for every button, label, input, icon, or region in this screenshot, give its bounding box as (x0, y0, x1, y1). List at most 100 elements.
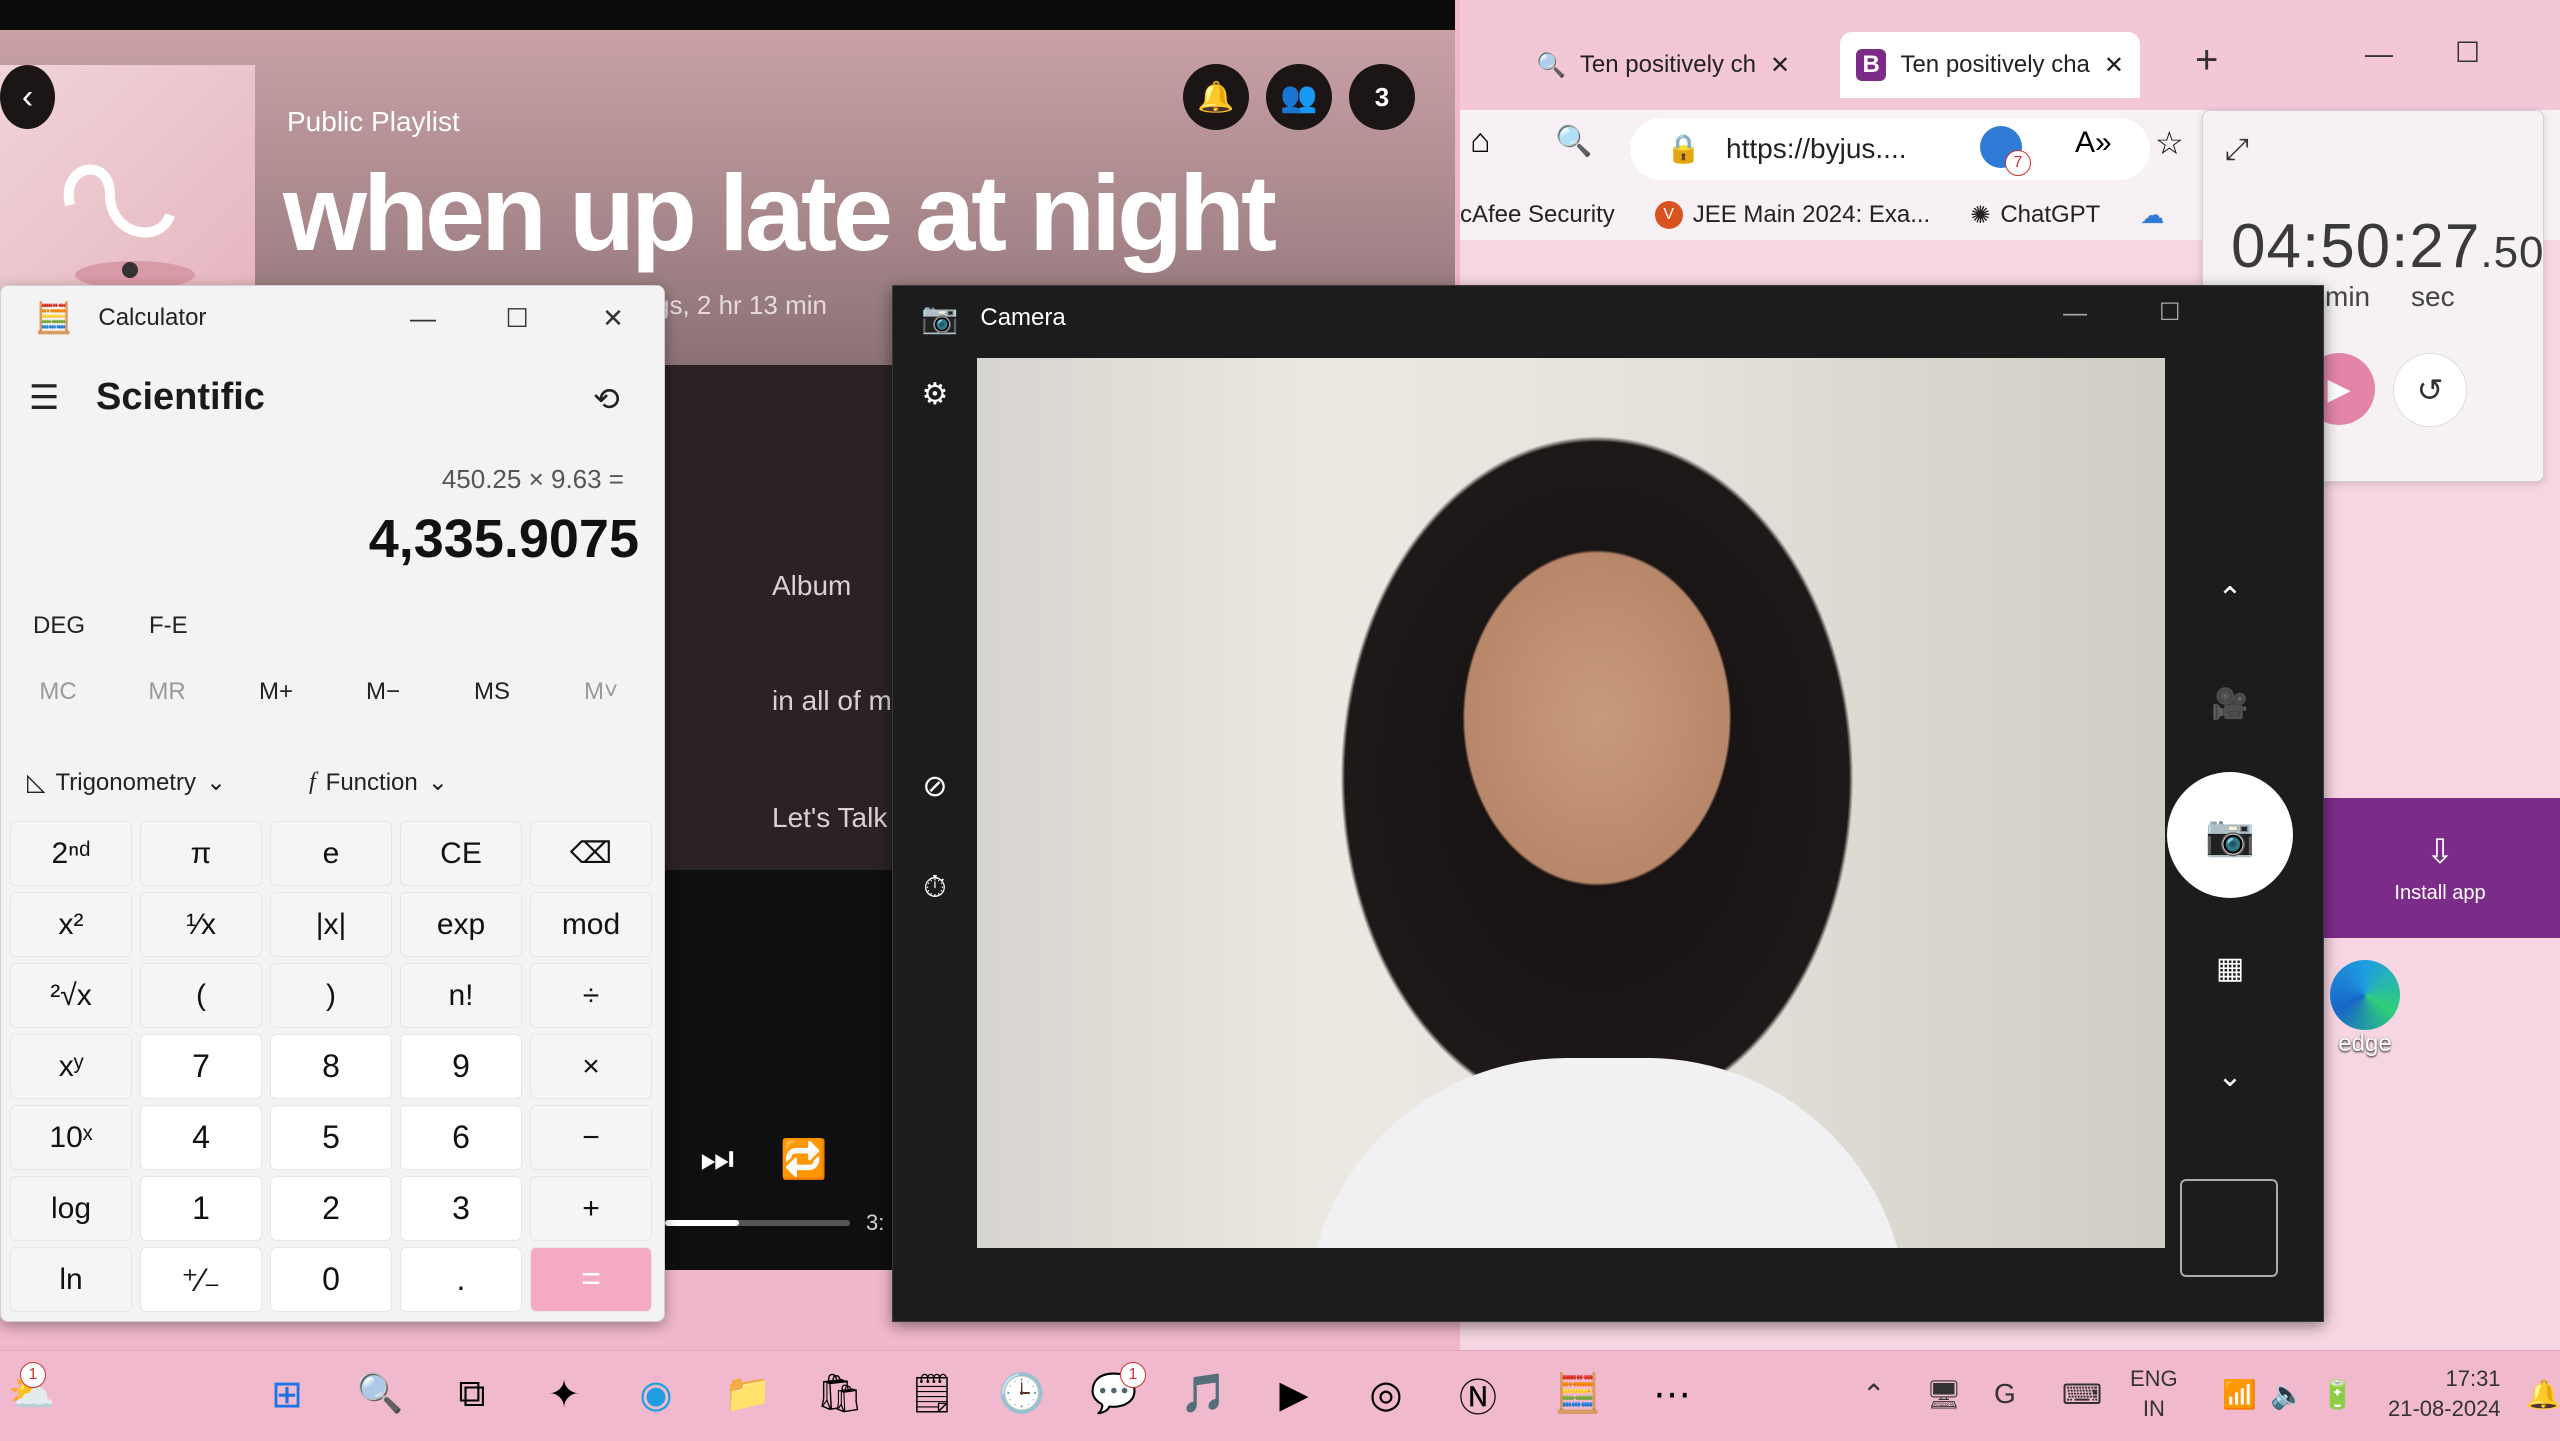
take-photo-button[interactable]: 📷 (2167, 772, 2293, 898)
new-tab-button[interactable]: + (2195, 38, 2218, 83)
trigonometry-dropdown[interactable]: ◺ Trigonometry ⌄ (27, 768, 226, 797)
key-open-paren[interactable]: ( (140, 963, 262, 1028)
key-decimal[interactable]: . (400, 1247, 522, 1312)
browser-tab[interactable]: 🔍 Ten positively ch ✕ (1520, 32, 1800, 98)
track-row-text[interactable]: in all of m (772, 685, 892, 717)
sticky-notes-icon[interactable]: 🗒 (900, 1362, 964, 1426)
key-ten-power[interactable]: 10ˣ (10, 1105, 132, 1170)
profile-avatar[interactable]: 3 (1349, 64, 1415, 130)
notification-bell-icon[interactable]: 🔔 (2526, 1362, 2560, 1426)
start-windows-icon[interactable]: ⊞ (255, 1362, 319, 1426)
key-divide[interactable]: ÷ (530, 963, 652, 1028)
wifi-icon[interactable]: 📶 (2222, 1362, 2257, 1426)
repeat-icon[interactable]: 🔁 (780, 1138, 827, 1182)
edge-taskbar-icon[interactable]: ◉ (624, 1362, 688, 1426)
calculator-taskbar-icon[interactable]: 🧮 (1546, 1362, 1610, 1426)
key-6[interactable]: 6 (400, 1105, 522, 1170)
file-explorer-icon[interactable]: 📁 (716, 1362, 780, 1426)
notion-icon[interactable]: Ⓝ (1446, 1362, 1510, 1426)
function-dropdown[interactable]: f Function ⌄ (309, 768, 448, 797)
last-photo-thumbnail[interactable] (2180, 1179, 2278, 1277)
battery-icon[interactable]: 🔋 (2320, 1362, 2355, 1426)
video-mode-icon[interactable]: 🎥 (2200, 674, 2260, 734)
key-0[interactable]: 0 (270, 1247, 392, 1312)
key-9[interactable]: 9 (400, 1034, 522, 1099)
key-exp[interactable]: exp (400, 892, 522, 957)
settings-gear-icon[interactable]: ⚙ (905, 364, 965, 424)
youtube-icon[interactable]: ▶ (1262, 1362, 1326, 1426)
key-log[interactable]: log (10, 1176, 132, 1241)
close-icon[interactable]: ✕ (2104, 51, 2124, 80)
minimize-icon[interactable]: — (2063, 300, 2087, 328)
key-reciprocal[interactable]: ¹⁄x (140, 892, 262, 957)
minimize-icon[interactable]: — (2365, 38, 2393, 70)
key-clear-entry[interactable]: CE (400, 821, 522, 886)
minimize-icon[interactable]: — (376, 286, 470, 350)
key-square[interactable]: x² (10, 892, 132, 957)
key-negate[interactable]: ⁺⁄₋ (140, 1247, 262, 1312)
key-subtract[interactable]: − (530, 1105, 652, 1170)
key-close-paren[interactable]: ) (270, 963, 392, 1028)
key-ln[interactable]: ln (10, 1247, 132, 1312)
friends-icon[interactable]: 👥 (1266, 64, 1332, 130)
read-aloud-icon[interactable]: A» (2075, 126, 2112, 160)
tray-app-icon[interactable]: 🖥 (1926, 1362, 1962, 1426)
close-icon[interactable]: ✕ (1770, 51, 1790, 80)
close-icon[interactable]: ✕ (566, 286, 660, 350)
key-8[interactable]: 8 (270, 1034, 392, 1099)
memory-store-button[interactable]: MS (442, 678, 542, 706)
volume-icon[interactable]: 🔈 (2270, 1362, 2305, 1426)
maximize-icon[interactable]: ☐ (470, 286, 564, 350)
hamburger-menu-icon[interactable]: ☰ (29, 378, 59, 418)
task-view-icon[interactable]: ⧉ (440, 1362, 504, 1426)
key-add[interactable]: + (530, 1176, 652, 1241)
favorite-item[interactable]: V JEE Main 2024: Exa... (1654, 201, 1930, 229)
more-apps-icon[interactable]: ⋯ (1640, 1362, 1704, 1426)
chevron-up-icon[interactable]: ⌃ (2200, 568, 2260, 628)
timer-off-icon[interactable]: ⏱ (905, 858, 965, 918)
chevron-up-icon[interactable]: ⌃ (1862, 1362, 1885, 1426)
memory-list-button[interactable]: M˅ (551, 678, 651, 706)
memory-clear-button[interactable]: MC (8, 678, 108, 706)
key-power[interactable]: xʸ (10, 1034, 132, 1099)
key-e[interactable]: e (270, 821, 392, 886)
key-1[interactable]: 1 (140, 1176, 262, 1241)
memory-add-button[interactable]: M+ (226, 678, 326, 706)
key-2nd[interactable]: 2ⁿᵈ (10, 821, 132, 886)
address-bar[interactable]: 🔒 https://byjus.... (1630, 118, 2150, 180)
language-indicator[interactable]: ENG IN (2130, 1364, 2178, 1424)
reset-icon[interactable]: ↺ (2393, 353, 2467, 427)
bell-icon[interactable]: 🔔 (1183, 64, 1249, 130)
favorite-star-icon[interactable]: ☆ (2155, 124, 2184, 162)
expand-icon[interactable]: ⤢ (2225, 133, 2249, 167)
chrome-icon[interactable]: ◎ (1354, 1362, 1418, 1426)
search-icon[interactable]: 🔍 (1555, 124, 1592, 159)
chevron-down-icon[interactable]: ⌄ (2200, 1046, 2260, 1106)
key-absolute[interactable]: |x| (270, 892, 392, 957)
key-factorial[interactable]: n! (400, 963, 522, 1028)
skip-next-icon[interactable]: ⏭ (700, 1138, 734, 1181)
favorite-item[interactable]: cAfee Security (1460, 201, 1615, 229)
history-icon[interactable]: ⟲ (593, 380, 620, 418)
spotify-icon[interactable]: 🎵 (1172, 1362, 1236, 1426)
key-2[interactable]: 2 (270, 1176, 392, 1241)
hdr-off-icon[interactable]: ⊘ (905, 756, 965, 816)
microsoft-store-icon[interactable]: 🛍 (808, 1362, 872, 1426)
backspace-icon[interactable]: ⌫ (530, 821, 652, 886)
browser-tab-active[interactable]: B Ten positively cha ✕ (1840, 32, 2140, 98)
back-arrow-icon[interactable]: ‹ (0, 65, 55, 129)
install-app-button[interactable]: ⇩ Install app (2320, 798, 2560, 938)
key-mod[interactable]: mod (530, 892, 652, 957)
memory-subtract-button[interactable]: M− (333, 678, 433, 706)
key-pi[interactable]: π (140, 821, 262, 886)
home-icon[interactable]: ⌂ (1470, 122, 1491, 161)
key-equals[interactable]: = (530, 1247, 652, 1312)
clock-app-icon[interactable]: 🕒 (990, 1362, 1054, 1426)
key-5[interactable]: 5 (270, 1105, 392, 1170)
favorite-item[interactable]: ✺ ChatGPT (1970, 201, 2100, 230)
clock-date[interactable]: 17:31 21-08-2024 (2388, 1364, 2501, 1424)
playback-progress-bar[interactable] (665, 1220, 850, 1226)
grammarly-icon[interactable]: G (1994, 1362, 2016, 1426)
maximize-icon[interactable]: ☐ (2159, 298, 2181, 327)
desktop-shortcut-edge[interactable]: edge (2320, 960, 2410, 1058)
